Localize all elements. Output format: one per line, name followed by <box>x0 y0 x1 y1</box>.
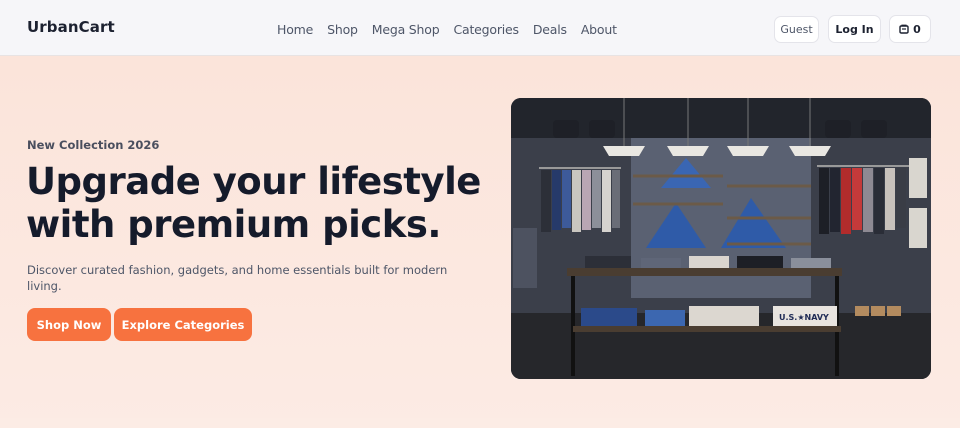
login-button[interactable]: Log In <box>828 15 881 43</box>
shop-now-button[interactable]: Shop Now <box>27 308 111 341</box>
hero-subtext: Discover curated fashion, gadgets, and h… <box>27 263 448 293</box>
hero-bottom-strip <box>0 418 960 428</box>
guest-button[interactable]: Guest <box>774 16 819 43</box>
cart-count: 0 <box>913 22 921 36</box>
nav-link-about[interactable]: About <box>581 22 617 37</box>
navbar: UrbanCart Home Shop Mega Shop Categories… <box>0 0 960 56</box>
nav-link-deals[interactable]: Deals <box>533 22 567 37</box>
nav-link-categories[interactable]: Categories <box>453 22 519 37</box>
nav-link-home[interactable]: Home <box>277 22 313 37</box>
hero-eyebrow: New Collection 2026 <box>27 138 160 152</box>
main-nav: Home Shop Mega Shop Categories Deals Abo… <box>277 22 617 37</box>
nav-link-mega-shop[interactable]: Mega Shop <box>372 22 440 37</box>
cart-button[interactable]: 0 <box>889 15 931 43</box>
hero-headline: Upgrade your lifestyle with premium pick… <box>26 160 481 246</box>
hero-store-image: U.S.★NAVY <box>511 98 931 379</box>
store-interior-illustration: U.S.★NAVY <box>511 98 931 379</box>
nav-link-shop[interactable]: Shop <box>327 22 358 37</box>
cart-icon <box>899 24 909 34</box>
svg-text:U.S.★NAVY: U.S.★NAVY <box>779 313 829 322</box>
explore-categories-button[interactable]: Explore Categories <box>114 308 252 341</box>
brand-logo[interactable]: UrbanCart <box>27 18 115 36</box>
